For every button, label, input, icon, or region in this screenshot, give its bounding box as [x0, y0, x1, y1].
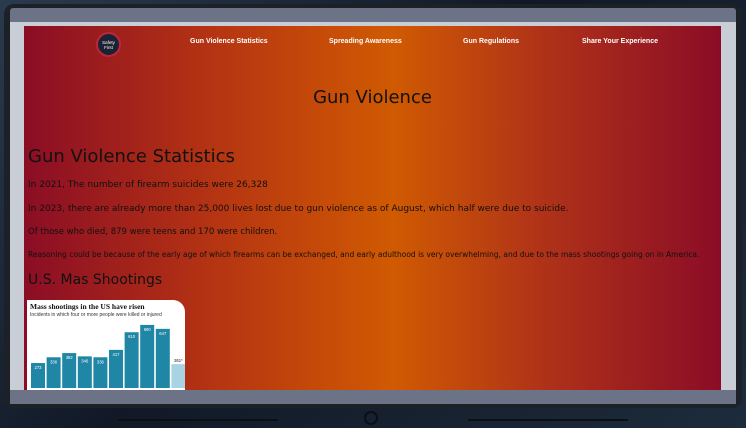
chart-data-label: 273	[35, 365, 43, 370]
chart-data-label: 346	[81, 358, 89, 363]
stand-line-right	[468, 419, 628, 421]
stat-paragraph-4: Reasoning could be because of the early …	[28, 250, 700, 259]
mass-shootings-chart: Mass shootings in the US have risen Inci…	[27, 300, 185, 390]
power-button-icon[interactable]	[364, 411, 378, 425]
navbar: Safety First Gun Violence Statistics Spr…	[24, 26, 721, 66]
chart-bar	[155, 328, 170, 388]
mass-shootings-heading: U.S. Mas Shootings	[28, 272, 163, 288]
chart-data-label: 261*	[174, 358, 183, 363]
chart-data-label: 382	[66, 355, 74, 360]
chart-data-label: 610	[128, 334, 136, 339]
stat-paragraph-3: Of those who died, 879 were teens and 17…	[28, 227, 278, 237]
nav-link-spreading-awareness[interactable]: Spreading Awareness	[329, 38, 402, 45]
nav-link-gun-regulations[interactable]: Gun Regulations	[463, 38, 519, 45]
chart-plot: 273 336 382 346 336 417 610 690 647 261*	[31, 324, 185, 388]
stat-paragraph-1: In 2021, The number of firearm suicides …	[28, 180, 268, 190]
stat-paragraph-2: In 2023, there are already more than 25,…	[28, 204, 569, 214]
chart-bar	[124, 332, 139, 388]
stand-line-left	[118, 419, 278, 421]
chart-bar	[171, 364, 185, 388]
stats-heading: Gun Violence Statistics	[28, 146, 235, 167]
nav-link-gun-violence-statistics[interactable]: Gun Violence Statistics	[190, 38, 268, 45]
website: Safety First Gun Violence Statistics Spr…	[24, 26, 721, 390]
nav-link-share-your-experience[interactable]: Share Your Experience	[582, 38, 658, 45]
chart-data-label: 336	[97, 359, 105, 364]
logo-text-line2: First	[104, 44, 113, 50]
chart-bar	[140, 324, 155, 388]
chart-data-label: 690	[144, 327, 152, 332]
chart-data-label: 417	[113, 352, 121, 357]
monitor-bezel-top	[10, 8, 736, 22]
safety-first-logo[interactable]: Safety First	[96, 32, 121, 57]
monitor-bezel-bottom	[10, 390, 736, 404]
page-title: Gun Violence	[313, 87, 432, 108]
chart-data-label: 336	[50, 359, 58, 364]
chart-data-label: 647	[159, 331, 167, 336]
